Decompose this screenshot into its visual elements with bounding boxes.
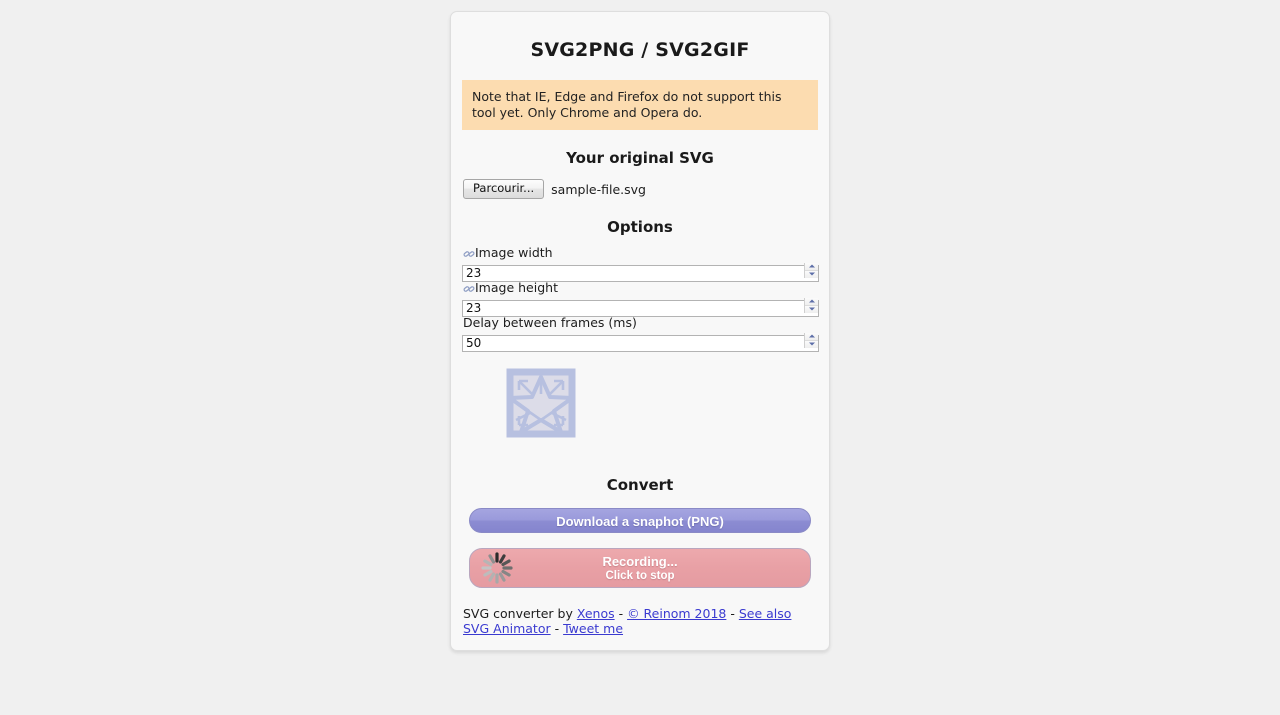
footer-link-tweet-me[interactable]: Tweet me	[563, 621, 623, 636]
browser-support-note: Note that IE, Edge and Firefox do not su…	[462, 80, 818, 130]
selected-file-name: sample-file.svg	[551, 181, 646, 197]
image-width-label: Image width	[462, 245, 818, 261]
converter-card: SVG2PNG / SVG2GIF Note that IE, Edge and…	[450, 11, 830, 651]
recording-stop-button[interactable]: Recording... Click to stop	[469, 548, 811, 588]
footer-separator: -	[614, 606, 628, 621]
image-height-stepper[interactable]	[804, 298, 818, 313]
image-height-field[interactable]	[462, 297, 819, 317]
stepper-up-icon[interactable]	[805, 263, 818, 271]
record-button-row: Recording... Click to stop	[462, 533, 818, 588]
footer-credits: SVG converter by Xenos - © Reinom 2018 -…	[462, 606, 807, 636]
file-input-row[interactable]: Parcourir... sample-file.svg	[462, 179, 818, 199]
footer-link-copyright[interactable]: © Reinom 2018	[627, 606, 726, 621]
browse-button[interactable]: Parcourir...	[463, 179, 545, 199]
recording-label: Recording...	[602, 553, 678, 569]
image-width-label-text: Image width	[475, 245, 553, 260]
stepper-up-icon[interactable]	[805, 333, 818, 341]
frame-delay-label-text: Delay between frames (ms)	[463, 315, 637, 330]
recording-sublabel: Click to stop	[605, 569, 675, 582]
image-width-stepper[interactable]	[804, 263, 818, 278]
footer-separator: -	[726, 606, 739, 621]
options-list: Image width 23 Image height 23 Delay bet…	[462, 245, 819, 352]
options-section-heading: Options	[607, 218, 673, 236]
frame-delay-stepper[interactable]	[804, 333, 818, 348]
convert-section-heading: Convert	[606, 476, 674, 494]
image-height-label: Image height	[462, 280, 818, 296]
image-height-label-text: Image height	[475, 280, 558, 295]
image-height-input[interactable]	[462, 299, 819, 317]
stepper-down-icon[interactable]	[805, 305, 818, 313]
image-width-field[interactable]	[462, 262, 819, 282]
download-snapshot-button[interactable]: Download a snaphot (PNG)	[469, 508, 811, 533]
download-button-row: Download a snaphot (PNG)	[462, 494, 818, 533]
frame-delay-label: Delay between frames (ms)	[462, 315, 818, 331]
frame-delay-input[interactable]	[462, 334, 819, 352]
page-root: SVG2PNG / SVG2GIF Note that IE, Edge and…	[0, 0, 1280, 715]
frame-delay-field[interactable]	[462, 332, 819, 352]
stepper-down-icon[interactable]	[805, 340, 818, 348]
page-title: SVG2PNG / SVG2GIF	[530, 39, 750, 61]
footer-link-author[interactable]: Xenos	[577, 606, 615, 621]
svg-preview-area	[462, 368, 818, 463]
footer-prefix: SVG converter by	[463, 606, 577, 621]
source-section-heading: Your original SVG	[566, 149, 714, 167]
stepper-down-icon[interactable]	[805, 270, 818, 278]
chain-link-icon[interactable]	[463, 248, 475, 260]
star-in-square-svg-preview	[506, 368, 576, 438]
chain-link-icon[interactable]	[463, 283, 475, 295]
footer-separator: -	[550, 621, 564, 636]
loading-spinner-icon	[480, 551, 514, 585]
image-width-input[interactable]	[462, 264, 819, 282]
stepper-up-icon[interactable]	[805, 298, 818, 306]
